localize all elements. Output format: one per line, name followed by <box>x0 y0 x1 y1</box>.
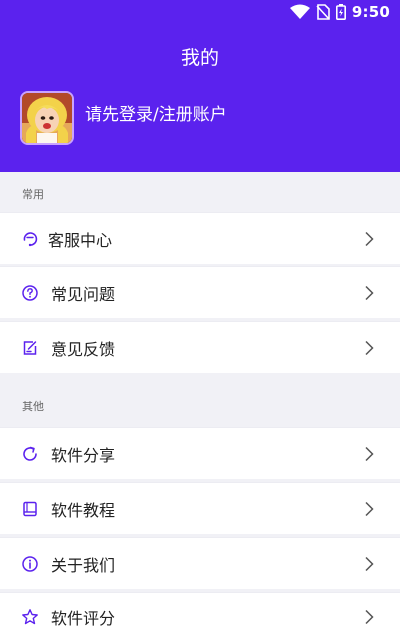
menu-item-label: 软件评分 <box>51 608 116 628</box>
page-title: 我的 <box>180 47 219 69</box>
battery-icon <box>335 4 346 20</box>
menu-item-label: 意见反馈 <box>51 339 116 359</box>
menu-item-feedback[interactable]: 意见反馈 <box>0 321 400 373</box>
chevron-right-icon <box>364 231 374 247</box>
menu-item-rate-app[interactable]: 软件评分 <box>0 592 400 640</box>
section-label-other: 其他 <box>22 400 44 413</box>
no-sim-icon <box>316 4 330 20</box>
menu-item-label: 关于我们 <box>51 555 116 575</box>
menu-item-label: 软件分享 <box>51 445 116 465</box>
menu-item-faq[interactable]: 常见问题 <box>0 266 400 318</box>
menu-item-label: 常见问题 <box>51 284 116 304</box>
chevron-right-icon <box>364 609 374 625</box>
section-label-common: 常用 <box>22 188 44 201</box>
profile-header: 9:50 我的 请先登录/注册账户 <box>0 0 400 172</box>
chevron-right-icon <box>364 556 374 572</box>
star-icon <box>21 608 39 626</box>
chevron-right-icon <box>364 340 374 356</box>
support-icon <box>21 230 39 248</box>
menu-item-tutorial[interactable]: 软件教程 <box>0 482 400 534</box>
login-register-link[interactable]: 请先登录/注册账户 <box>85 100 227 125</box>
share-icon <box>21 445 39 463</box>
question-icon <box>21 284 39 302</box>
avatar[interactable] <box>20 91 74 145</box>
wifi-icon <box>289 4 310 20</box>
status-bar: 9:50 <box>0 0 400 24</box>
menu-item-about-us[interactable]: 关于我们 <box>0 537 400 589</box>
info-icon <box>21 555 39 573</box>
chevron-right-icon <box>364 285 374 301</box>
menu-item-label: 软件教程 <box>51 500 116 520</box>
feedback-icon <box>21 339 39 357</box>
menu-item-label: 客服中心 <box>48 230 113 250</box>
chevron-right-icon <box>364 501 374 517</box>
chevron-right-icon <box>364 446 374 462</box>
status-time: 9:50 <box>351 3 390 21</box>
menu-item-share-app[interactable]: 软件分享 <box>0 427 400 479</box>
menu-item-support-center[interactable]: 客服中心 <box>0 212 400 264</box>
tutorial-icon <box>21 500 39 518</box>
